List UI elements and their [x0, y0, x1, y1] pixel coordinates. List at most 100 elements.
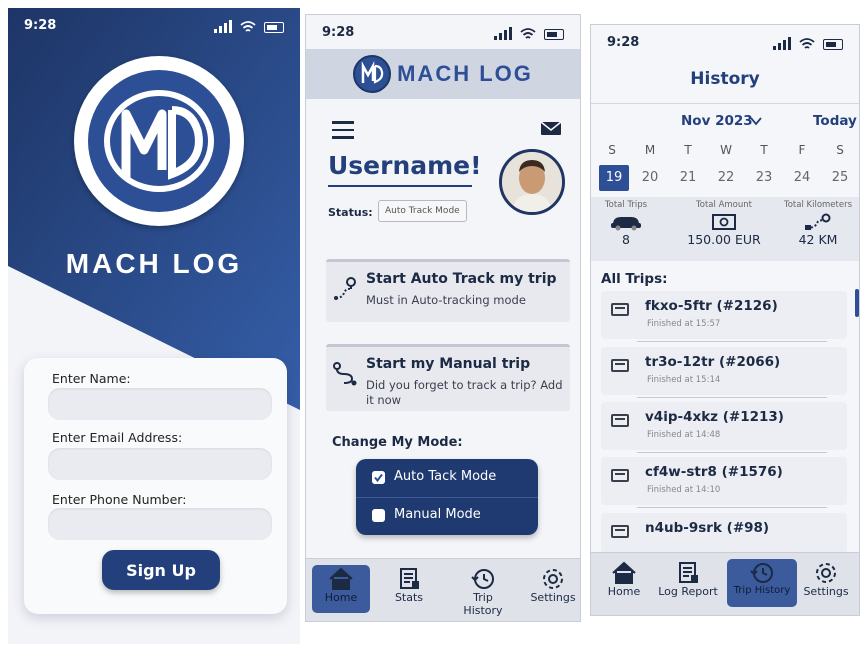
nav-settings[interactable]: Settings — [797, 559, 855, 607]
trip-list-item[interactable]: cf4w-str8 (#1576) Finished at 14:10 — [601, 457, 847, 505]
history-screen: 9:28 History Nov 2023 Today S M T W T F … — [590, 24, 860, 616]
mode-option-auto[interactable]: Auto Tack Mode — [356, 459, 538, 497]
trip-time: Finished at 15:57 — [647, 319, 721, 329]
trip-card-icon — [611, 303, 629, 316]
stats-strip: Total Trips 8 Total Amount 150.00 EUR To… — [591, 197, 859, 261]
scrollbar[interactable] — [855, 289, 859, 317]
phone-input[interactable] — [48, 508, 272, 540]
status-bar: 9:28 — [8, 8, 300, 42]
signin-screen: 9:28 MACH LOG Enter Name: Enter Email Ad… — [8, 8, 300, 644]
month-selector[interactable]: Nov 2023 — [681, 113, 753, 129]
ml-monogram-icon — [104, 90, 214, 192]
page-title: History — [690, 69, 760, 89]
nav-label: Settings — [530, 591, 576, 604]
mail-icon[interactable] — [540, 121, 562, 136]
weekday-label: M — [644, 143, 656, 157]
nav-log-report[interactable]: Log Report — [655, 559, 721, 607]
username-heading: Username! — [328, 151, 482, 180]
today-button[interactable]: Today — [813, 113, 857, 129]
calendar-day-selected[interactable]: 19 — [599, 165, 629, 191]
route-icon — [333, 362, 357, 386]
status-label: Status: — [328, 206, 373, 219]
calendar-day[interactable]: 21 — [673, 165, 703, 191]
weekday-label: T — [684, 143, 692, 157]
calendar-day[interactable]: 25 — [825, 165, 855, 191]
start-auto-trip-card[interactable]: Start Auto Track my trip Must in Auto-tr… — [326, 259, 570, 322]
trip-time: Finished at 14:48 — [647, 430, 721, 440]
trip-card-icon — [611, 414, 629, 427]
trip-list-item[interactable]: fkxo-5ftr (#2126) Finished at 15:57 — [601, 291, 847, 339]
calendar-day[interactable]: 23 — [749, 165, 779, 191]
calendar-day[interactable]: 24 — [787, 165, 817, 191]
stat-total-km: Total Kilometers 42 KM — [773, 197, 859, 247]
name-label: Enter Name: — [52, 371, 131, 386]
trip-list-item[interactable]: v4ip-4xkz (#1213) Finished at 14:48 — [601, 402, 847, 450]
brand-title: MACH LOG — [65, 248, 243, 279]
nav-label: Trip History — [733, 585, 791, 596]
email-input[interactable] — [48, 448, 272, 480]
divider — [637, 397, 827, 398]
divider — [637, 341, 827, 342]
stat-label: Total Amount — [696, 200, 752, 210]
stat-label: Total Trips — [604, 200, 648, 210]
nav-stats[interactable]: Stats — [380, 565, 438, 613]
home-icon — [329, 567, 353, 590]
signal-icon — [494, 27, 512, 40]
history-icon — [750, 563, 773, 583]
action-title: Start Auto Track my trip — [366, 271, 557, 287]
signup-button[interactable]: Sign Up — [102, 550, 220, 590]
wifi-icon — [520, 28, 536, 39]
status-time: 9:28 — [24, 18, 57, 33]
trip-name: v4ip-4xkz (#1213) — [645, 409, 784, 425]
stat-value: 150.00 EUR — [687, 232, 761, 247]
status-time: 9:28 — [322, 25, 355, 40]
battery-icon — [264, 22, 284, 33]
brand-banner: MACH LOG — [306, 49, 580, 99]
weekday-label: F — [798, 143, 806, 157]
trip-time: Finished at 14:10 — [647, 485, 721, 495]
phone-label: Enter Phone Number: — [52, 492, 187, 507]
mode-label: Auto Tack Mode — [394, 469, 497, 484]
mode-selector: Auto Tack Mode Manual Mode — [356, 459, 538, 535]
checkbox-unchecked-icon[interactable] — [372, 509, 385, 522]
status-time: 9:28 — [607, 35, 640, 50]
trip-list-item[interactable]: tr3o-12tr (#2066) Finished at 15:14 — [601, 347, 847, 395]
route-icon — [805, 213, 831, 230]
nav-trip-history[interactable]: Trip History — [452, 565, 514, 617]
nav-settings[interactable]: Settings — [524, 565, 580, 613]
trip-name: fkxo-5ftr (#2126) — [645, 298, 778, 314]
avatar[interactable] — [499, 149, 565, 215]
home-screen: 9:28 MACH LOG Username! Status: Auto Tra… — [305, 14, 581, 622]
start-manual-trip-card[interactable]: Start my Manual trip Did you forget to t… — [326, 344, 570, 411]
checkbox-checked-icon[interactable] — [372, 471, 385, 484]
calendar-day[interactable]: 22 — [711, 165, 741, 191]
wifi-icon — [799, 38, 815, 49]
hamburger-menu-icon[interactable] — [332, 121, 354, 144]
app-logo — [74, 56, 244, 226]
nav-trip-history[interactable]: Trip History — [727, 559, 797, 607]
section-heading: All Trips: — [601, 271, 668, 287]
weekday-label: T — [760, 143, 768, 157]
chevron-down-icon[interactable] — [749, 115, 763, 127]
mode-option-manual[interactable]: Manual Mode — [356, 497, 538, 535]
nav-label: Trip History — [463, 591, 503, 617]
divider — [637, 507, 827, 508]
trip-name: n4ub-9srk (#98) — [645, 520, 770, 536]
route-pin-icon — [334, 277, 356, 300]
trip-list-item[interactable]: n4ub-9srk (#98) — [601, 513, 847, 553]
gear-icon — [543, 569, 563, 589]
divider — [637, 452, 827, 453]
report-icon — [400, 568, 419, 589]
trip-name: cf4w-str8 (#1576) — [645, 464, 783, 480]
stat-value: 8 — [622, 232, 630, 247]
username-underline — [328, 185, 472, 187]
nav-home[interactable]: Home — [595, 559, 653, 607]
name-input[interactable] — [48, 388, 272, 420]
gear-icon — [816, 563, 836, 583]
calendar-day[interactable]: 20 — [635, 165, 665, 191]
nav-home[interactable]: Home — [312, 565, 370, 613]
app-logo — [353, 55, 392, 93]
weekday-label: S — [608, 143, 616, 157]
status-bar: 9:28 — [306, 15, 580, 49]
wifi-icon — [240, 21, 256, 32]
